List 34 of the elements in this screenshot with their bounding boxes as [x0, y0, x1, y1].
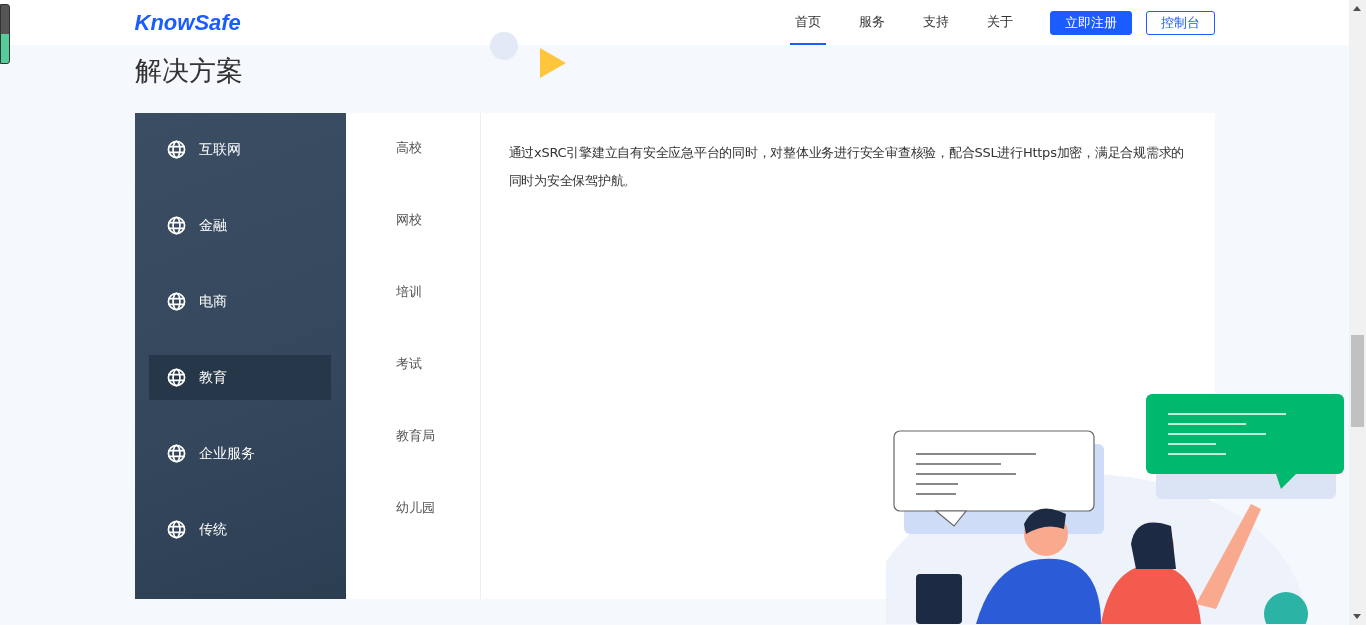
circle-decoration: [490, 32, 518, 60]
industry-tab[interactable]: 电商: [148, 279, 331, 324]
scrollbar-thumb[interactable]: [1351, 335, 1364, 427]
globe-icon: [166, 216, 186, 235]
sub-category-link[interactable]: 网校: [345, 211, 480, 283]
sub-category-link[interactable]: 考试: [345, 355, 480, 427]
globe-icon: [166, 368, 186, 387]
globe-icon: [166, 444, 186, 463]
console-button[interactable]: 控制台: [1145, 10, 1215, 35]
nav-link[interactable]: 支持: [917, 0, 954, 45]
sub-category-link[interactable]: 教育局: [345, 427, 480, 499]
description-text: 通过xSRC引擎建立自有安全应急平台的同时，对整体业务进行安全审查核验，配合SSL进行Https加密，满足合规需求的同时为安全保驾护航。: [508, 144, 1186, 190]
sub-category-link[interactable]: 培训: [345, 283, 480, 355]
triangle-decoration: [540, 48, 566, 78]
section-title: 解决方案: [134, 54, 243, 88]
industry-tab[interactable]: 企业服务: [148, 431, 331, 476]
nav-link[interactable]: 关于: [981, 0, 1018, 45]
logo[interactable]: KnowSafe: [134, 9, 241, 36]
level-meter-icon: [0, 4, 10, 64]
globe-icon: [166, 140, 186, 159]
scroll-down-icon[interactable]: [1353, 614, 1361, 619]
scrollbar[interactable]: [1349, 0, 1366, 625]
industry-tab[interactable]: 金融: [148, 203, 331, 248]
nav-link[interactable]: 服务: [853, 0, 890, 45]
globe-icon: [166, 520, 186, 539]
register-button[interactable]: 立即注册: [1049, 10, 1132, 35]
globe-icon: [166, 292, 186, 311]
industry-tab[interactable]: 互联网: [148, 127, 331, 172]
nav-link[interactable]: 首页: [789, 0, 826, 45]
sub-category-link[interactable]: 高校: [345, 139, 480, 211]
industry-tab[interactable]: 传统: [148, 507, 331, 552]
scroll-up-icon[interactable]: [1353, 6, 1361, 11]
sub-category-link[interactable]: 幼儿园: [345, 499, 480, 571]
industry-tab[interactable]: 教育: [148, 355, 331, 400]
